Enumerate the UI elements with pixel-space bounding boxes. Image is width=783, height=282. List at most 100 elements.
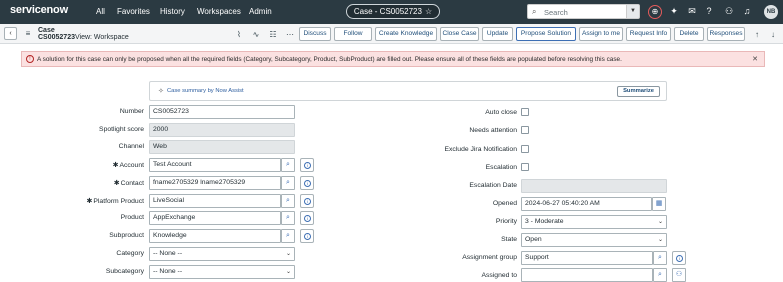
search-icon[interactable]: ⌕ (653, 268, 667, 282)
info-icon[interactable]: i (300, 211, 314, 225)
responses-button[interactable]: Responses (707, 27, 745, 41)
info-icon[interactable]: i (300, 229, 314, 243)
discuss-button[interactable]: Discuss (299, 27, 331, 41)
search-icon[interactable]: ⌕ (281, 211, 295, 225)
mandatory-icon: ✱ (112, 162, 119, 169)
arrow-up-icon[interactable]: ↑ (752, 30, 762, 39)
opened-label: Opened (492, 200, 517, 207)
product-label: Product (120, 214, 144, 221)
servicenow-logo[interactable]: servicenow (10, 4, 68, 16)
nav-history[interactable]: History (160, 7, 185, 16)
settings-icon[interactable]: ☷ (268, 30, 278, 39)
state-select[interactable]: Open ⌄ (521, 233, 667, 247)
search-icon[interactable]: ⌕ (281, 176, 295, 190)
request-info-button[interactable]: Request Info (626, 27, 671, 41)
assign-to-me-button[interactable]: Assign to me (579, 27, 623, 41)
category-select[interactable]: -- None -- ⌄ (149, 247, 295, 261)
spotlight-label: Spotlight score (99, 126, 144, 133)
star-icon[interactable]: ☆ (425, 7, 432, 16)
state-label: State (501, 236, 517, 243)
propose-solution-button[interactable]: Propose Solution (516, 27, 576, 41)
subcategory-label: Subcategory (105, 268, 144, 275)
record-header: ‹ ≡ Case CS0052723 View: Workspace ⌇ ∿ ☷… (0, 24, 783, 44)
assist-label: Case summary by Now Assist (167, 88, 244, 94)
nav-workspaces[interactable]: Workspaces (197, 7, 241, 16)
record-title: Case - CS0052723 (353, 7, 422, 16)
priority-label: Priority (495, 218, 517, 225)
nav-all[interactable]: All (96, 7, 105, 16)
exclude-jira-label: Exclude Jira Notification (444, 146, 517, 153)
auto-close-label: Auto close (485, 109, 517, 116)
info-icon[interactable]: i (300, 158, 314, 172)
update-button[interactable]: Update (482, 27, 513, 41)
platform-product-field[interactable]: LiveSocial (149, 194, 281, 208)
search-icon[interactable]: ⌕ (281, 194, 295, 208)
priority-select[interactable]: 3 - Moderate ⌄ (521, 215, 667, 229)
more-icon[interactable]: ⋯ (285, 30, 295, 39)
product-field[interactable]: AppExchange (149, 211, 281, 225)
help-icon[interactable]: ? (703, 6, 715, 16)
assigned-to-label: Assigned to (481, 272, 517, 279)
channel-field: Web (149, 140, 295, 154)
record-number: CS0052723 (38, 34, 75, 41)
attachment-icon[interactable]: ⌇ (234, 30, 244, 39)
chevron-down-icon: ⌄ (657, 237, 663, 243)
search-scope-dropdown[interactable]: ▼ (626, 4, 640, 19)
globe-icon[interactable]: ⊕ (648, 5, 662, 19)
category-label: Category (116, 250, 144, 257)
subproduct-field[interactable]: Knowledge (149, 229, 281, 243)
search-icon[interactable]: ⌕ (653, 251, 667, 265)
search-icon[interactable]: ⌕ (281, 229, 295, 243)
needs-attention-checkbox[interactable] (521, 126, 529, 134)
record-type: Case (38, 27, 55, 34)
info-icon[interactable]: i (300, 176, 314, 190)
info-icon[interactable]: i (672, 251, 686, 265)
nav-admin[interactable]: Admin (249, 7, 272, 16)
follow-button[interactable]: Follow (334, 27, 372, 41)
nav-favorites[interactable]: Favorites (117, 7, 150, 16)
assign-user-icon[interactable]: ⚇ (672, 268, 686, 282)
opened-field[interactable]: 2024-06-27 05:40:20 AM (521, 197, 652, 211)
error-icon: ! (26, 55, 34, 63)
escalation-date-field (521, 179, 667, 193)
contact-field[interactable]: fname2705329 lname2705329 (149, 176, 281, 190)
account-field[interactable]: Test Account (149, 158, 281, 172)
search-placeholder: Search (544, 8, 568, 17)
create-knowledge-button[interactable]: Create Knowledge (375, 27, 437, 41)
info-icon[interactable]: i (300, 194, 314, 208)
menu-icon[interactable]: ≡ (23, 29, 33, 38)
global-search-input[interactable]: ⌕ Search (527, 4, 627, 19)
top-navigation-bar: servicenow All Favorites History Workspa… (0, 0, 783, 24)
search-icon[interactable]: ⌕ (281, 158, 295, 172)
bell-icon[interactable]: ♫ (741, 6, 753, 16)
close-case-button[interactable]: Close Case (440, 27, 479, 41)
auto-close-checkbox[interactable] (521, 108, 529, 116)
summarize-button[interactable]: Summarize (617, 86, 660, 97)
record-title-pill[interactable]: Case - CS0052723 ☆ (346, 4, 440, 19)
user-status-icon[interactable]: ⚇ (723, 6, 735, 17)
assigned-to-field[interactable] (521, 268, 653, 282)
sparkle-icon: ✧ (158, 88, 164, 95)
activity-icon[interactable]: ∿ (251, 30, 261, 39)
exclude-jira-checkbox[interactable] (521, 145, 529, 153)
sparkle-icon[interactable]: ✦ (668, 6, 680, 17)
close-icon[interactable]: ✕ (752, 55, 758, 63)
assignment-group-field[interactable]: Support (521, 251, 653, 265)
subcategory-select[interactable]: -- None -- ⌄ (149, 265, 295, 279)
mandatory-icon: ✱ (86, 198, 93, 205)
escalation-date-label: Escalation Date (469, 182, 517, 189)
calendar-icon[interactable]: ▦ (652, 197, 666, 211)
chat-icon[interactable]: ✉ (686, 6, 698, 17)
needs-attention-label: Needs attention (469, 127, 517, 134)
channel-label: Channel (118, 143, 144, 150)
number-field[interactable]: CS0052723 (149, 105, 295, 119)
error-alert: ! A solution for this case can only be p… (21, 51, 765, 67)
delete-button[interactable]: Delete (674, 27, 704, 41)
escalation-label: Escalation (485, 164, 517, 171)
avatar[interactable]: NB (764, 5, 778, 19)
escalation-checkbox[interactable] (521, 163, 529, 171)
platform-product-label: ✱Platform Product (86, 198, 145, 205)
record-view[interactable]: View: Workspace (75, 34, 129, 41)
back-button[interactable]: ‹ (4, 27, 17, 40)
arrow-down-icon[interactable]: ↓ (768, 30, 778, 39)
